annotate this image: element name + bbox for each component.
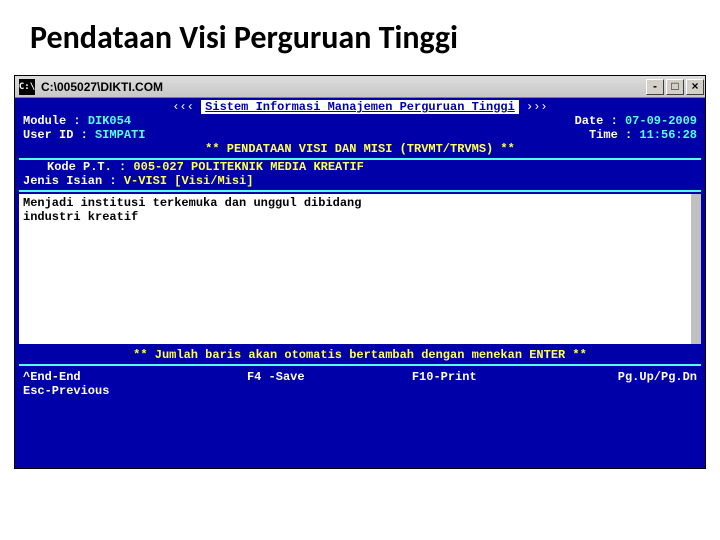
minimize-button[interactable]: - (646, 79, 664, 95)
kode-pt-value: 005-027 POLITEKNIK MEDIA KREATIF (133, 160, 363, 174)
shortcut-save: F4 -Save (247, 370, 305, 384)
codes-block: Kode P.T. : 005-027 POLITEKNIK MEDIA KRE… (15, 160, 705, 188)
module-value: DIK054 (88, 114, 131, 128)
header-row-1: Module : DIK054 Date : 07-09-2009 (15, 114, 705, 128)
date-value: 07-09-2009 (625, 114, 697, 128)
shortcut-page: Pg.Up/Pg.Dn (618, 370, 697, 384)
userid-value: SIMPATI (95, 128, 145, 142)
date-label: Date : (575, 114, 618, 128)
time-label: Time : (589, 128, 632, 142)
shortcut-end: ^End-End (23, 370, 192, 384)
module-label: Module : (23, 114, 81, 128)
userid-label: User ID : (23, 128, 88, 142)
kode-pt-label: Kode P.T. : (47, 160, 126, 174)
system-menu-icon[interactable]: C:\ (19, 79, 35, 95)
footer-shortcuts: ^End-End Esc-Previous F4 -Save F10-Print… (15, 366, 705, 398)
maximize-button[interactable]: □ (666, 79, 684, 95)
visi-text-input[interactable]: Menjadi institusi terkemuka dan unggul d… (19, 194, 701, 344)
dos-window: C:\ C:\005027\DIKTI.COM - □ × ‹‹‹ Sistem… (14, 75, 706, 469)
slide-title: Pendataan Visi Perguruan Tinggi (0, 0, 720, 65)
time-value: 11:56:28 (639, 128, 697, 142)
jenis-isian-label: Jenis Isian : (23, 174, 117, 188)
close-button[interactable]: × (686, 79, 704, 95)
window-title: C:\005027\DIKTI.COM (39, 80, 645, 94)
header-row-2: User ID : SIMPATI Time : 11:56:28 (15, 128, 705, 142)
screen-subtitle: ** PENDATAAN VISI DAN MISI (TRVMT/TRVMS)… (15, 142, 705, 156)
enter-notice: ** Jumlah baris akan otomatis bertambah … (15, 348, 705, 362)
banner-left-arrows: ‹‹‹ (172, 100, 194, 114)
divider-2 (19, 190, 701, 192)
dos-screen: ‹‹‹ Sistem Informasi Manajemen Perguruan… (15, 98, 705, 468)
app-banner: ‹‹‹ Sistem Informasi Manajemen Perguruan… (15, 98, 705, 114)
titlebar: C:\ C:\005027\DIKTI.COM - □ × (15, 76, 705, 98)
shortcut-print: F10-Print (412, 370, 477, 384)
jenis-isian-value: V-VISI [Visi/Misi] (124, 174, 254, 188)
banner-title: Sistem Informasi Manajemen Perguruan Tin… (201, 100, 519, 114)
shortcut-esc: Esc-Previous (23, 384, 192, 398)
banner-right-arrows: ››› (526, 100, 548, 114)
